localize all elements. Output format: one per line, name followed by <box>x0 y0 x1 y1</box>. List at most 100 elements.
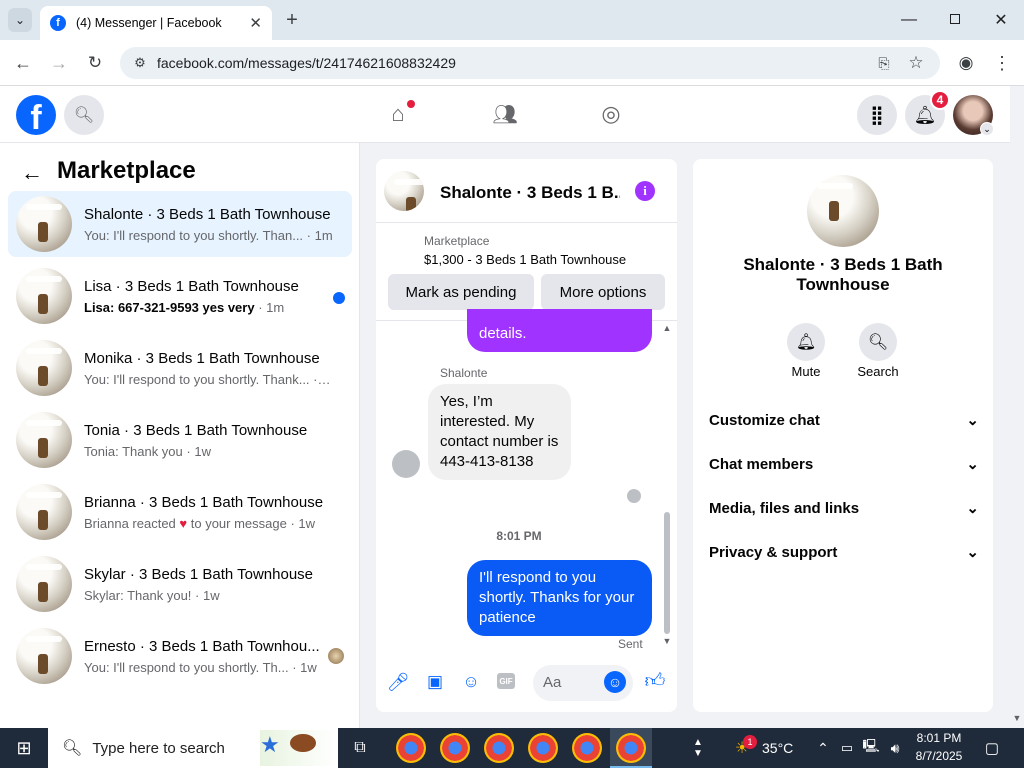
more-options-button[interactable]: More options <box>541 274 665 310</box>
taskbar-date[interactable]: 8/7/2025 <box>910 749 968 763</box>
conversation-item-ernesto[interactable]: Ernesto · 3 Beds 1 Bath Townhou... You: … <box>8 623 352 689</box>
chrome-taskbar-icon[interactable] <box>440 733 470 763</box>
scroll-down-icon[interactable]: ▼ <box>662 636 672 646</box>
back-arrow-icon[interactable]: ← <box>20 160 44 185</box>
home-notification-dot <box>407 100 415 108</box>
taskbar-time[interactable]: 8:01 PM <box>914 731 964 745</box>
task-view-icon[interactable]: ⧉ <box>348 736 372 760</box>
heart-reaction-icon: ♥ <box>179 515 188 531</box>
network-icon[interactable]: 🖳︎ <box>862 738 880 758</box>
taskbar-overflow-icon[interactable]: ▲ ▼ <box>690 728 706 768</box>
chat-scrollbar-thumb[interactable] <box>664 512 670 634</box>
facebook-favicon-icon: f <box>50 15 66 31</box>
tab-title: (4) Messenger | Facebook <box>76 16 222 30</box>
listing-thumbnail <box>16 556 72 612</box>
conversation-item-skylar[interactable]: Skylar · 3 Beds 1 Bath Townhouse Skylar:… <box>8 551 352 617</box>
minimize-window-icon[interactable]: — <box>897 8 921 32</box>
conversation-preview: You: I'll respond to you shortly. Than..… <box>84 227 304 243</box>
page-scrollbar[interactable] <box>1010 86 1024 728</box>
chevron-down-icon: ⌄ <box>966 544 979 561</box>
football-icon <box>290 734 316 752</box>
facebook-search-icon[interactable]: 🔍︎ <box>64 95 104 135</box>
reload-icon[interactable]: ↻ <box>84 51 106 75</box>
gif-icon[interactable]: GIF <box>497 673 515 689</box>
conversation-name: Ernesto · 3 Beds 1 Bath Townhou... <box>84 637 320 655</box>
search-icon: 🔍︎ <box>62 740 83 757</box>
groups-icon[interactable]: ◎ <box>597 100 625 128</box>
section-label: Chat members <box>709 455 814 473</box>
site-info-icon[interactable]: ⚙ <box>130 53 150 73</box>
sticker-icon[interactable]: ☺ <box>460 671 482 693</box>
chat-panel: Shalonte · 3 Beds 1 B... i Marketplace $… <box>376 159 677 712</box>
chat-info-icon[interactable]: i <box>635 181 655 201</box>
info-listing-photo[interactable] <box>807 175 879 247</box>
volume-icon[interactable]: 🔊︎ <box>886 738 904 758</box>
emoji-icon[interactable]: ☺ <box>604 671 626 693</box>
forward-icon[interactable]: → <box>48 51 70 75</box>
conversation-time: · 1m <box>306 227 333 243</box>
search-label[interactable]: Search <box>848 364 908 379</box>
friends-icon[interactable]: 👥︎ <box>491 100 519 128</box>
conversation-item-shalonte[interactable]: Shalonte · 3 Beds 1 Bath Townhouse You: … <box>8 191 352 257</box>
browser-tab[interactable]: f (4) Messenger | Facebook ✕ <box>40 6 272 40</box>
meet-now-icon[interactable]: ▭ <box>838 738 856 758</box>
conversation-item-lisa[interactable]: Lisa · 3 Beds 1 Bath Townhouse Lisa: 667… <box>8 263 352 329</box>
chrome-taskbar-icon[interactable] <box>484 733 514 763</box>
conversation-time: · 1w <box>313 371 334 387</box>
sender-avatar[interactable] <box>392 450 420 478</box>
close-tab-icon[interactable]: ✕ <box>249 14 262 32</box>
page-scroll-down-icon[interactable]: ▼ <box>1011 712 1023 724</box>
conversation-item-monika[interactable]: Monika · 3 Beds 1 Bath Townhouse You: I'… <box>8 335 352 401</box>
mark-as-pending-button[interactable]: Mark as pending <box>388 274 534 310</box>
chat-header-title[interactable]: Shalonte · 3 Beds 1 B... <box>440 183 620 203</box>
section-privacy-support[interactable]: Privacy & support ⌄ <box>709 543 979 562</box>
browser-menu-icon[interactable]: ⋮ <box>992 52 1012 74</box>
bookmark-star-icon[interactable]: ☆ <box>905 52 927 74</box>
tab-search-chevron-icon[interactable]: ⌄ <box>8 8 32 32</box>
conversation-name: Skylar · 3 Beds 1 Bath Townhouse <box>84 565 314 583</box>
chrome-taskbar-icon[interactable] <box>396 733 426 763</box>
section-customize-chat[interactable]: Customize chat ⌄ <box>709 411 979 430</box>
mute-bell-icon[interactable]: 🔔︎ <box>787 323 825 361</box>
notification-center-icon[interactable]: ▢ <box>982 738 1002 758</box>
incoming-message-bubble: Yes, I’m interested. My contact number i… <box>428 384 571 480</box>
account-chevron-icon[interactable]: ⌄ <box>980 122 994 136</box>
maximize-window-icon[interactable] <box>950 14 960 24</box>
new-tab-icon[interactable]: + <box>282 8 302 32</box>
close-window-icon[interactable]: ✕ <box>990 8 1012 32</box>
message-timestamp: 8:01 PM <box>496 529 542 543</box>
photo-icon[interactable]: ▣ <box>424 671 446 693</box>
conversation-item-tonia[interactable]: Tonia · 3 Beds 1 Bath Townhouse Tonia: T… <box>8 407 352 473</box>
url-text: facebook.com/messages/t/2417462160883242… <box>157 55 456 71</box>
section-media-files-links[interactable]: Media, files and links ⌄ <box>709 499 979 518</box>
taskbar-search-placeholder: Type here to search <box>92 739 225 757</box>
conversation-preview: You: I'll respond to you shortly. Th... <box>84 659 289 675</box>
section-chat-members[interactable]: Chat members ⌄ <box>709 455 979 474</box>
mute-label[interactable]: Mute <box>776 364 836 379</box>
search-in-chat-icon[interactable]: 🔍︎ <box>859 323 897 361</box>
sidebar-title: Marketplace <box>57 157 196 184</box>
windows-start-icon[interactable]: ⊞ <box>14 738 34 758</box>
notifications-badge: 4 <box>930 90 950 110</box>
address-bar[interactable]: facebook.com/messages/t/2417462160883242… <box>120 47 940 79</box>
install-app-icon[interactable]: ⎘ <box>873 53 895 73</box>
chrome-taskbar-icon-active[interactable] <box>616 733 646 763</box>
listing-title[interactable]: $1,300 - 3 Beds 1 Bath Townhouse <box>424 252 626 267</box>
scroll-up-icon[interactable]: ▲ <box>662 323 672 333</box>
read-receipt-avatar <box>627 489 641 503</box>
show-hidden-icons-chevron-icon[interactable]: ⌃ <box>814 738 832 758</box>
microphone-icon[interactable]: 🎤︎ <box>387 671 410 693</box>
like-thumb-icon[interactable]: 👍︎ <box>643 669 667 693</box>
listing-thumbnail <box>16 196 72 252</box>
back-icon[interactable]: ← <box>12 51 34 75</box>
chat-header-thumbnail[interactable] <box>384 171 424 211</box>
weather-temperature[interactable]: 35°C <box>762 740 793 756</box>
menu-grid-icon[interactable]: ⣿ <box>857 95 897 135</box>
search-highlight-image: ★ <box>260 730 336 766</box>
conversation-item-brianna[interactable]: Brianna · 3 Beds 1 Bath Townhouse Briann… <box>8 479 352 545</box>
conversation-name: Lisa · 3 Beds 1 Bath Townhouse <box>84 277 299 295</box>
facebook-logo[interactable]: f <box>16 95 56 135</box>
chrome-taskbar-icon[interactable] <box>572 733 602 763</box>
profile-icon[interactable]: ◉ <box>955 52 977 74</box>
chrome-taskbar-icon[interactable] <box>528 733 558 763</box>
